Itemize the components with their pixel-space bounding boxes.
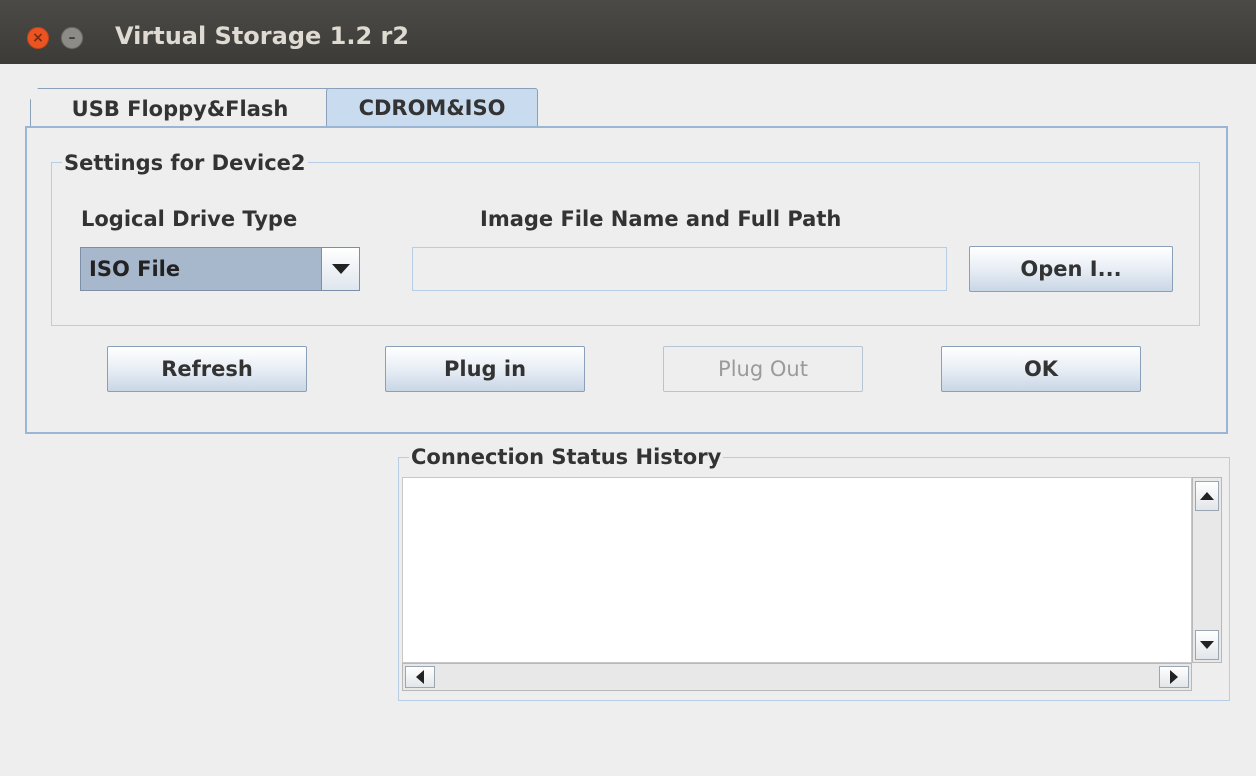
image-path-label: Image File Name and Full Path — [480, 207, 842, 231]
plug-out-button[interactable]: Plug Out — [663, 346, 863, 392]
dropdown-arrow-button[interactable] — [321, 248, 359, 290]
status-history-title: Connection Status History — [409, 445, 724, 469]
tab-cdrom-iso[interactable]: CDROM&ISO — [326, 88, 538, 126]
plug-in-button[interactable]: Plug in — [385, 346, 585, 392]
image-path-input[interactable] — [412, 247, 947, 291]
status-history-textarea[interactable] — [402, 477, 1192, 663]
chevron-down-icon — [331, 264, 350, 274]
arrow-up-icon — [1200, 492, 1214, 500]
window-title: Virtual Storage 1.2 r2 — [115, 22, 410, 50]
horizontal-scrollbar[interactable] — [402, 663, 1192, 691]
scroll-down-button[interactable] — [1195, 630, 1219, 660]
open-image-button[interactable]: Open I... — [969, 246, 1173, 292]
close-icon[interactable]: × — [27, 27, 49, 49]
drive-type-value: ISO File — [89, 257, 181, 281]
ok-button[interactable]: OK — [941, 346, 1141, 392]
scroll-right-button[interactable] — [1159, 666, 1189, 688]
tab-usb-floppy-flash[interactable]: USB Floppy&Flash — [30, 88, 330, 128]
drive-type-label: Logical Drive Type — [81, 207, 298, 231]
window-titlebar: × – Virtual Storage 1.2 r2 — [0, 0, 1256, 64]
arrow-left-icon — [416, 670, 424, 684]
settings-group-title: Settings for Device2 — [62, 151, 308, 175]
refresh-button[interactable]: Refresh — [107, 346, 307, 392]
arrow-right-icon — [1170, 670, 1178, 684]
drive-type-select[interactable]: ISO File — [80, 247, 360, 291]
arrow-down-icon — [1200, 641, 1214, 649]
settings-group — [51, 162, 1200, 326]
minimize-icon[interactable]: – — [61, 27, 83, 49]
vertical-scrollbar[interactable] — [1192, 477, 1222, 663]
scroll-left-button[interactable] — [405, 666, 435, 688]
scroll-up-button[interactable] — [1195, 481, 1219, 511]
